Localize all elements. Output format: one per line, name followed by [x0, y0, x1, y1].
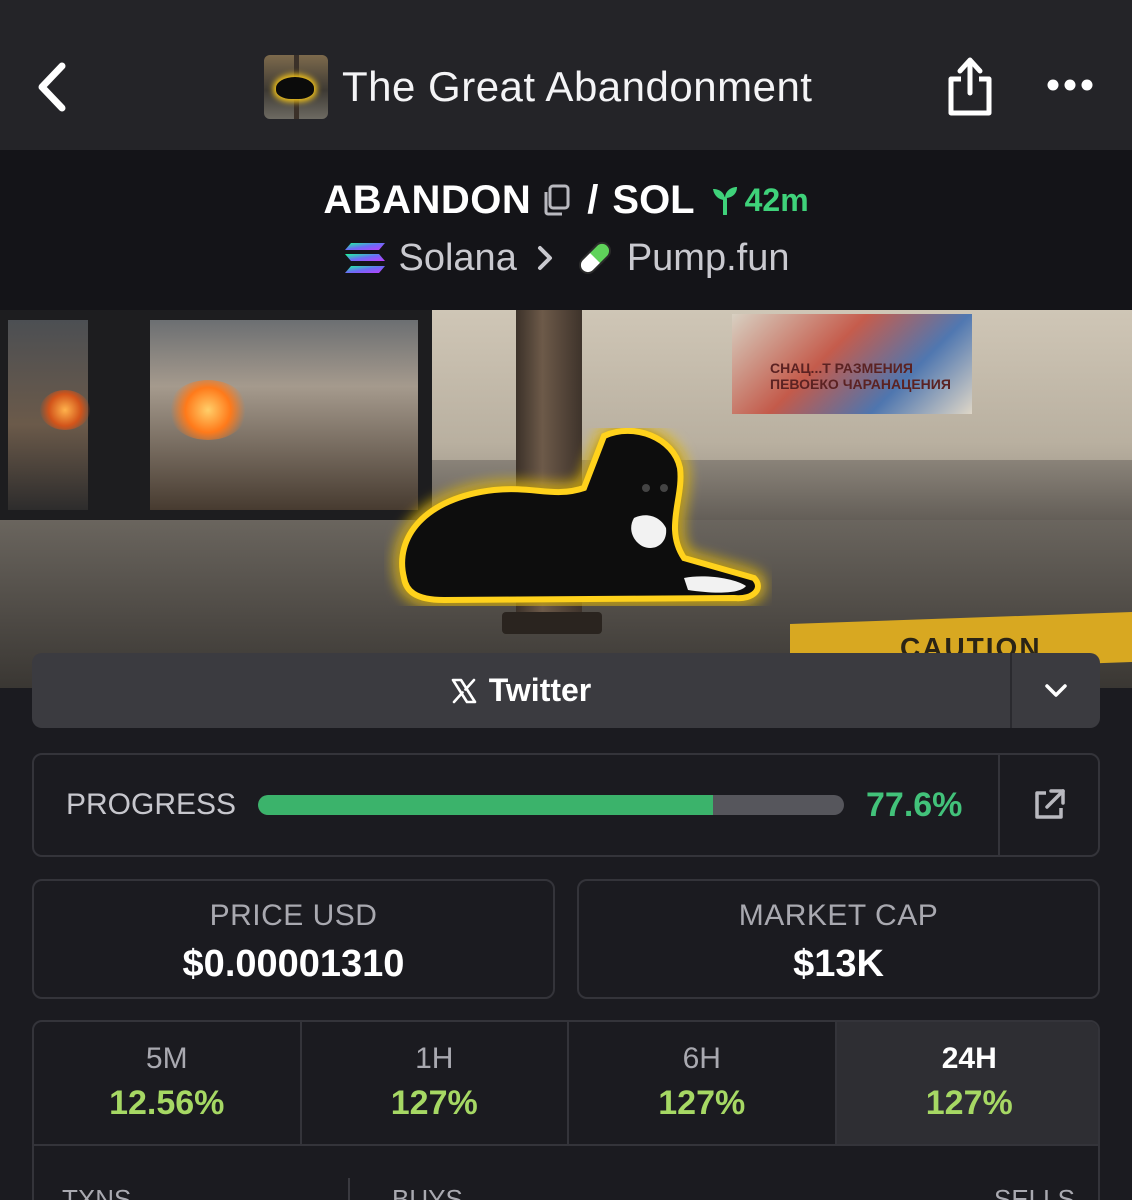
copy-address-button[interactable] [541, 183, 571, 217]
token-banner-image: СНАЦ...Т РАЗМЕНИЯ ПЕВОЕКО ЧАРАНАЦЕНИЯ CA… [0, 310, 1132, 688]
market-cap-label: MARKET CAP [738, 899, 939, 932]
progress-value: 77.6% [866, 785, 963, 824]
external-link-icon [1035, 789, 1065, 819]
tab-label: 5M [145, 1042, 188, 1075]
solana-icon [343, 241, 387, 275]
pair-age-text: 42m [744, 181, 809, 218]
tab-label: 24H [941, 1042, 997, 1075]
chevron-left-icon [38, 62, 66, 112]
page-title-group: The Great Abandonment [264, 54, 812, 120]
page-title: The Great Abandonment [342, 63, 813, 110]
dex-name: Pump.fun [626, 236, 790, 279]
tab-change-value: 12.56% [109, 1084, 225, 1122]
progress-bar-fill [258, 795, 713, 815]
token-avatar [264, 55, 328, 119]
pill-icon [575, 238, 615, 278]
copy-icon [544, 184, 570, 216]
pair-age: 42m [711, 182, 809, 219]
social-links-bar: Twitter [32, 653, 1100, 728]
dex-link[interactable]: Pump.fun [575, 236, 790, 280]
price-usd-label: PRICE USD [209, 899, 378, 932]
buys-label: BUYS [392, 1184, 463, 1200]
txns-label: TXNS [62, 1184, 132, 1200]
timeframe-tabs: 5M 12.56% 1H 127% 6H 127% 24H 127% [34, 1022, 1098, 1146]
share-button[interactable] [940, 50, 1000, 122]
tab-24h[interactable]: 24H 127% [836, 1022, 1098, 1144]
more-options-button[interactable] [1040, 60, 1100, 110]
tab-1h[interactable]: 1H 127% [302, 1022, 569, 1144]
progress-label: PROGRESS [66, 788, 237, 821]
dog-illustration [399, 428, 761, 604]
sprout-icon [711, 185, 739, 215]
price-usd-card: PRICE USD $0.00001310 [32, 879, 555, 999]
market-cap-card: MARKET CAP $13K [577, 879, 1100, 999]
back-button[interactable] [22, 52, 82, 122]
sells-label: SELLS [994, 1184, 1075, 1200]
more-links-dropdown[interactable] [1012, 653, 1100, 728]
twitter-link-button[interactable]: Twitter [32, 653, 1012, 728]
x-logo-icon [451, 678, 477, 704]
chevron-down-icon [1045, 683, 1067, 697]
quote-symbol: SOL [612, 177, 695, 222]
tab-change-value: 127% [390, 1084, 478, 1122]
progress-section: PROGRESS 77.6% [34, 755, 1000, 855]
bonding-progress-card: PROGRESS 77.6% [32, 753, 1100, 857]
chain-link[interactable]: Solana [343, 237, 517, 280]
pair-separator: / [587, 177, 599, 222]
progress-bar [258, 795, 844, 815]
txn-stats-row: TXNS BUYS SELLS [34, 1146, 1098, 1200]
tab-label: 6H [682, 1042, 721, 1075]
price-change-card: 5M 12.56% 1H 127% 6H 127% 24H 127% TXNS … [32, 1020, 1100, 1200]
poster-text: СНАЦ...Т РАЗМЕНИЯ ПЕВОЕКО ЧАРАНАЦЕНИЯ [770, 360, 951, 392]
price-usd-value: $0.00001310 [182, 943, 405, 985]
share-icon [948, 57, 992, 116]
tab-label: 1H [415, 1042, 454, 1075]
market-cap-value: $13K [793, 943, 884, 985]
progress-external-link-button[interactable] [1000, 755, 1098, 855]
chevron-right-icon [537, 245, 553, 271]
more-horizontal-icon [1047, 79, 1093, 91]
tab-5m[interactable]: 5M 12.56% [34, 1022, 302, 1144]
chain-breadcrumb: Solana Pump.fun [0, 232, 1132, 284]
tab-6h[interactable]: 6H 127% [569, 1022, 837, 1144]
pair-line: ABANDON / SOL 42m [0, 172, 1132, 228]
top-nav-bar: The Great Abandonment [0, 0, 1132, 150]
tab-change-value: 127% [658, 1084, 746, 1122]
chain-name: Solana [398, 236, 517, 279]
base-symbol: ABANDON [323, 177, 532, 222]
twitter-label: Twitter [488, 672, 592, 708]
divider [348, 1178, 350, 1200]
tab-change-value: 127% [925, 1084, 1013, 1122]
